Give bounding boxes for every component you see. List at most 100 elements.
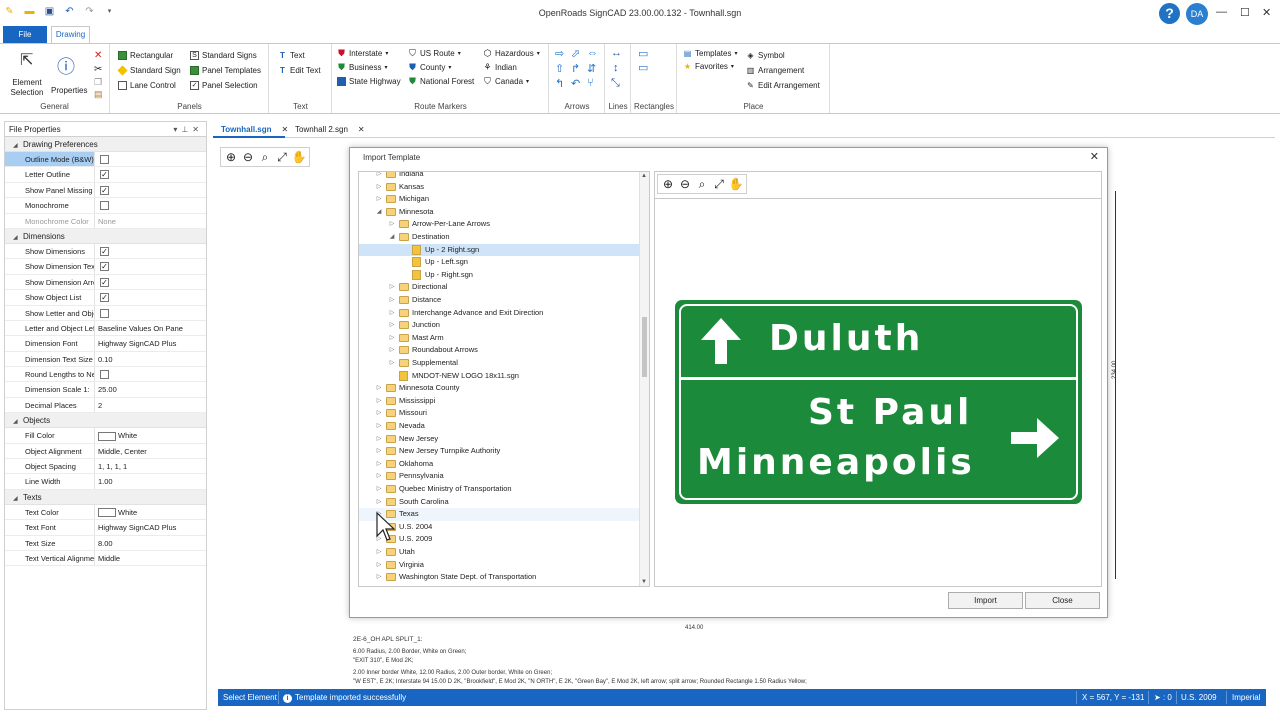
expand-icon[interactable]: ▷ [388,319,396,332]
property-row[interactable]: Decimal Places 2 [5,397,206,414]
up-arrow-icon[interactable]: ⇧ [555,62,564,75]
property-value-cell[interactable]: ✓ [95,290,206,304]
business-button[interactable]: ⛊ Business ▾ [337,63,387,73]
expand-icon[interactable]: ▷ [375,395,383,408]
tree-folder-item[interactable]: ▷ Virginia [359,559,640,572]
expand-icon[interactable]: ▷ [375,458,383,471]
property-value-cell[interactable]: White [95,428,206,442]
vertical-line-icon[interactable]: ↕ [613,62,619,74]
minimize-icon[interactable]: — [1216,6,1227,18]
property-category[interactable]: ◢ Texts [5,489,206,505]
scroll-thumb[interactable] [642,317,647,377]
properties-icon[interactable]: ⓘ [57,53,75,79]
property-row[interactable]: Text Font Highway SignCAD Plus [5,520,206,536]
tree-folder-item[interactable]: ▷ New Jersey Turnpike Authority [359,445,640,458]
property-checkbox[interactable]: ✓ [100,246,109,256]
close-tab-icon[interactable]: ✕ [358,125,365,134]
expand-icon[interactable]: ▷ [375,559,383,572]
property-checkbox[interactable] [100,370,109,380]
property-value[interactable]: 25.00 [98,385,117,394]
collapse-icon[interactable]: ◢ [375,206,383,219]
turn-arrow-icon[interactable]: ↰ [555,77,564,90]
scroll-down-icon[interactable]: ▼ [641,579,647,585]
fit-view-icon[interactable]: ⤢ [274,149,290,165]
tree-folder-item[interactable]: ▷ Kansas [359,181,640,194]
expand-icon[interactable]: ▷ [375,420,383,433]
zoom-in-icon[interactable]: ⊕ [223,149,239,165]
dialog-close-icon[interactable]: ✕ [1090,150,1099,163]
property-value-cell[interactable]: 25.00 [95,382,206,396]
property-row[interactable]: Show Dimension Texts ✓ [5,259,206,275]
tree-folder-item[interactable]: ▷ Arrow-Per-Lane Arrows [359,218,640,231]
copy-icon[interactable]: ❐ [94,77,102,88]
color-swatch[interactable] [98,431,116,441]
tree-folder-item[interactable]: ▷ Quebec Ministry of Transportation [359,483,640,496]
tree-folder-item[interactable]: ▷ Mast Arm [359,332,640,345]
panel-selection-button[interactable]: ✓ Panel Selection [190,81,258,90]
expand-icon[interactable]: ▷ [375,193,383,206]
property-row[interactable]: Object Alignment Middle, Center [5,443,206,460]
property-row[interactable]: Dimension Font Highway SignCAD Plus [5,336,206,352]
element-selection-button[interactable]: Element Selection [9,78,45,98]
property-value[interactable]: 1, 1, 1, 1 [98,462,127,471]
property-value[interactable]: 0.10 [98,355,113,364]
expand-icon[interactable]: ▷ [388,281,396,294]
property-row[interactable]: Object Spacing 1, 1, 1, 1 [5,459,206,475]
property-checkbox[interactable]: ✓ [100,170,109,180]
expand-icon[interactable]: ▷ [375,407,383,420]
expand-icon[interactable]: ▷ [375,181,383,194]
rectangular-button[interactable]: Rectangular [118,51,173,60]
expand-icon[interactable]: ▷ [388,307,396,320]
property-value-cell[interactable]: ✓ [95,167,206,181]
user-avatar[interactable]: DA [1186,3,1208,25]
property-row[interactable]: Outline Mode (B&W) [5,152,206,168]
tree-folder-item[interactable]: ▷ Nevada [359,420,640,433]
property-checkbox[interactable]: ✓ [100,293,109,303]
tree-file-item[interactable]: Up - Left.sgn [359,256,640,269]
arrangement-button[interactable]: ▥ Arrangement [746,66,805,75]
property-value-cell[interactable] [95,152,206,166]
expand-icon[interactable]: ▷ [388,218,396,231]
expand-icon[interactable]: ▷ [388,357,396,370]
tree-folder-item[interactable]: ▷U.S. 2004 [359,521,640,534]
pin-icon[interactable]: ⊥ [181,125,192,134]
tree-file-item[interactable]: Up - Right.sgn [359,269,640,282]
property-row[interactable]: Text Size 8.00 [5,535,206,551]
standard-signs-button[interactable]: S Standard Signs [190,51,257,60]
zoom-out-icon[interactable]: ⊖ [677,176,693,192]
property-value-cell[interactable]: Middle, Center [95,444,206,458]
us-route-button[interactable]: ⛉ US Route ▾ [408,49,461,59]
standard-sign-button[interactable]: Standard Sign [117,65,181,76]
scroll-up-icon[interactable]: ▲ [641,173,647,179]
double-arrow-icon[interactable]: ⇔ [587,47,598,59]
expand-icon[interactable]: ▷ [375,172,383,181]
tree-folder-item[interactable]: ▷ Directional [359,281,640,294]
expand-icon[interactable]: ▷ [375,546,383,559]
tree-folder-item[interactable]: ▷ Distance [359,294,640,307]
cursor-select-icon[interactable]: ⇱ [20,50,33,70]
property-row[interactable]: Text Vertical Alignment Middle [5,550,206,567]
property-value[interactable]: Middle, Center [98,447,147,456]
property-row[interactable]: Show Panel Missing Ed... ✓ [5,182,206,199]
tree-folder-item[interactable]: ▷ New Jersey [359,433,640,446]
property-value-cell[interactable]: ✓ [95,259,206,273]
diagonal-line-icon[interactable]: ⤡ [611,77,620,90]
property-row[interactable]: Dimension Scale 1: 25.00 [5,382,206,398]
property-checkbox[interactable]: ✓ [100,185,109,195]
cut-icon[interactable]: ✂ [94,64,102,75]
indian-button[interactable]: ⚘ Indian [483,63,516,73]
pan-hand-icon[interactable]: ✋ [291,149,307,165]
expand-icon[interactable]: ▷ [375,571,383,584]
property-value[interactable]: Middle [98,554,120,563]
curved-arrow-icon[interactable]: ↱ [571,62,580,75]
expand-icon[interactable]: ▷ [375,445,383,458]
property-value-cell[interactable]: 2 [95,398,206,412]
help-icon[interactable]: ? [1159,3,1180,24]
zoom-window-icon[interactable]: ⌕ [694,176,710,192]
tab-file[interactable]: File [3,26,47,43]
tree-folder-item[interactable]: ▷ Michigan [359,193,640,206]
canada-button[interactable]: ⛉ Canada ▾ [483,77,529,87]
template-tree[interactable]: ▷ Indiana ▷ Kansas ▷ Michigan ◢ Minnesota ▷ Arrow… [358,171,650,587]
tree-folder-item[interactable]: ◢ Minnesota [359,206,640,219]
property-value-cell[interactable]: Highway SignCAD Plus [95,336,206,350]
